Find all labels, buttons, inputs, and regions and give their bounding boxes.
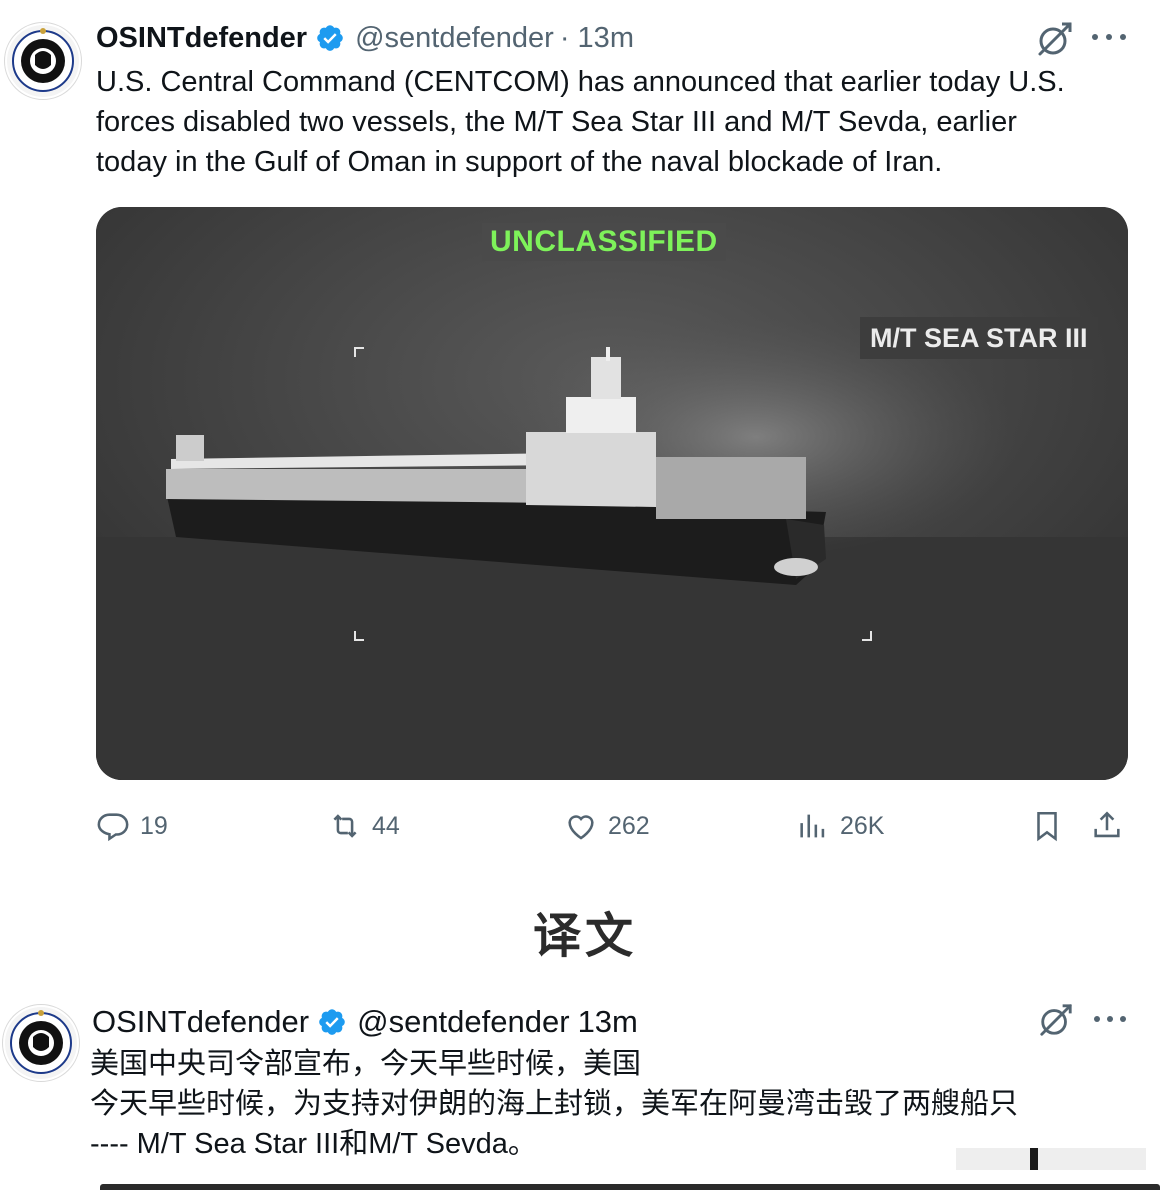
author-avatar[interactable] [2,1004,80,1082]
translated-tweet[interactable]: OSINTdefender @sentdefender 13m 美国中央司令部宣… [0,996,1170,1192]
crosshair-corner [354,631,364,641]
verified-badge-icon [317,1007,347,1037]
reply-button[interactable]: 19 [96,806,168,846]
views-button[interactable]: 26K [796,806,884,846]
author-handle[interactable]: @sentdefender [355,22,554,55]
vessel-label: M/T SEA STAR III [860,317,1098,359]
tweet-timestamp[interactable]: 13m [578,1004,638,1040]
bookmark-icon [1037,811,1057,842]
crosshair-corner [354,347,364,357]
verified-badge-icon [315,23,345,53]
author-handle[interactable]: @sentdefender [357,1004,569,1040]
bookmark-button[interactable] [1030,806,1074,846]
share-button[interactable] [1090,806,1134,846]
translated-text-line: 美国中央司令部宣布，今天早些时候，美国 [90,1048,642,1080]
repost-button[interactable]: 44 [328,806,400,846]
text-cursor-overlay [956,1148,1146,1170]
grok-icon[interactable] [1038,1002,1074,1038]
views-icon [800,814,825,838]
grok-icon[interactable] [1036,20,1074,58]
share-icon [1094,811,1120,838]
media-preview-edge [100,1184,1160,1190]
original-tweet[interactable]: OSINTdefender @sentdefender · 13m U.S. C… [0,0,1160,856]
repost-count: 44 [372,811,400,840]
tweet-timestamp[interactable]: · 13m [560,22,634,55]
translated-text: 美国中央司令部宣布，今天早些时候，美国 今天早些时候，为支持对伊朗的海上封锁，美… [90,1044,1130,1164]
more-icon[interactable] [1092,34,1126,42]
tweet-text-line: forces disabled two vessels, the M/T Sea… [96,106,1017,138]
author-name[interactable]: OSINTdefender [96,22,307,55]
like-button[interactable]: 262 [564,806,650,846]
views-count: 26K [840,811,885,840]
tweet-text-line: today in the Gulf of Oman in support of … [96,146,943,178]
like-icon [568,815,594,840]
crosshair-corner [862,631,872,641]
tweet-text-line: U.S. Central Command (CENTCOM) has annou… [96,66,1065,98]
like-count: 262 [608,811,650,840]
translation-heading: 译文 [532,908,637,964]
author-avatar[interactable] [4,22,82,100]
classification-label: UNCLASSIFIED [482,223,726,261]
more-icon[interactable] [1094,1016,1126,1024]
text-cursor [1030,1148,1038,1170]
video-frame [96,207,1128,780]
repost-icon [333,814,357,838]
translated-text-line: 今天早些时候，为支持对伊朗的海上封锁，美军在阿曼湾击毁了两艘船只 [90,1088,1019,1120]
reply-icon [97,813,129,842]
tweet-video[interactable]: UNCLASSIFIED M/T SEA STAR III [96,207,1128,780]
reply-count: 19 [140,811,168,840]
author-name[interactable]: OSINTdefender [92,1004,309,1040]
tweet-text: U.S. Central Command (CENTCOM) has annou… [96,62,1136,182]
tweet-actions: 19 44 262 26K [96,806,1136,846]
